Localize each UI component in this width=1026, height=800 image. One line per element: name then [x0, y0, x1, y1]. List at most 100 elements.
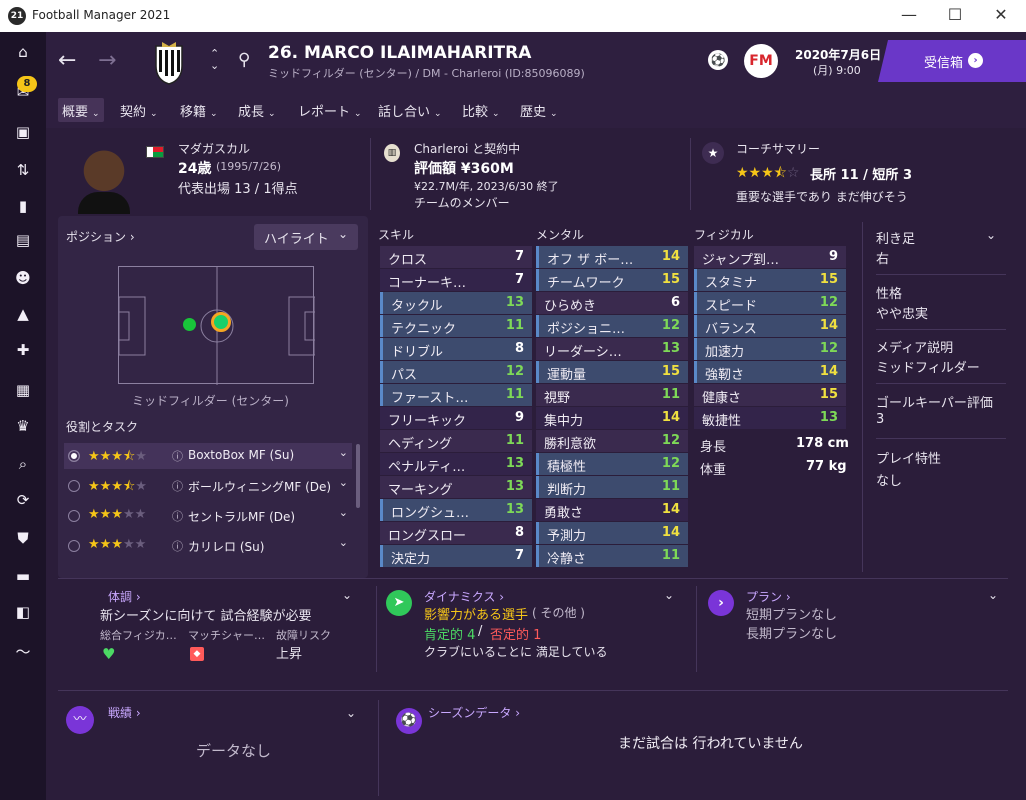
- search-icon[interactable]: ⚲: [238, 50, 250, 70]
- tab-compare[interactable]: 比較 ⌄: [458, 98, 504, 122]
- attribute-row[interactable]: スタミナ 15: [694, 269, 846, 291]
- inbox-continue-button[interactable]: 受信箱 ›: [878, 40, 1026, 82]
- attribute-row[interactable]: 勇敢さ 14: [536, 499, 688, 521]
- attribute-row[interactable]: ジャンプ到… 9: [694, 246, 846, 268]
- short-plan: 短期プランなし: [746, 608, 838, 623]
- close-button[interactable]: ✕: [978, 0, 1024, 32]
- plans-label[interactable]: プラン ›: [746, 588, 791, 605]
- transfer-icon[interactable]: ⟳: [13, 490, 33, 510]
- training-icon[interactable]: ▲: [13, 304, 33, 324]
- highlight-dropdown[interactable]: ハイライト ⌄: [254, 224, 358, 250]
- tab-discussions[interactable]: 話し合い ⌄: [374, 98, 446, 122]
- chevron-down-icon[interactable]: ⌄: [342, 588, 352, 602]
- attribute-row[interactable]: 運動量 15: [536, 361, 688, 383]
- tactics-icon[interactable]: ▮: [13, 196, 33, 216]
- player-switch-arrows[interactable]: ⌃ ⌄: [210, 48, 219, 72]
- attribute-row[interactable]: 決定力 7: [380, 545, 532, 567]
- roles-scrollbar[interactable]: [356, 444, 360, 508]
- chevron-down-icon[interactable]: ⌄: [346, 706, 356, 720]
- staff-icon[interactable]: ☻: [13, 268, 33, 288]
- attribute-row[interactable]: 冷静さ 11: [536, 545, 688, 567]
- medical-icon[interactable]: ✚: [13, 340, 33, 360]
- chevron-down-icon[interactable]: ⌄: [664, 588, 674, 602]
- attribute-row[interactable]: ドリブル 8: [380, 338, 532, 360]
- attribute-row[interactable]: バランス 14: [694, 315, 846, 337]
- schedule-icon[interactable]: ▦: [13, 380, 33, 400]
- attribute-row[interactable]: テクニック 11: [380, 315, 532, 337]
- attribute-row[interactable]: スピード 12: [694, 292, 846, 314]
- tab-history[interactable]: 歴史 ⌄: [516, 98, 562, 122]
- tab-transfer[interactable]: 移籍 ⌄: [176, 98, 222, 122]
- attribute-row[interactable]: チームワーク 15: [536, 269, 688, 291]
- finance-icon[interactable]: ▬: [13, 566, 33, 586]
- attribute-row[interactable]: クロス 7: [380, 246, 532, 268]
- role-row[interactable]: ★★★⯪★ ⓘ BoxtoBox MF (Su) ⌄: [64, 443, 352, 469]
- back-arrow-icon[interactable]: ←: [58, 48, 76, 73]
- attribute-name: オフ ザ ボー…: [547, 253, 634, 268]
- chevron-down-icon[interactable]: ⌄: [988, 588, 998, 602]
- trophy-icon[interactable]: ♛: [13, 416, 33, 436]
- tab-contract[interactable]: 契約 ⌄: [116, 98, 162, 122]
- tab-development[interactable]: 成長 ⌄: [234, 98, 280, 122]
- role-row[interactable]: ★★★★★ ⓘ セントラルMF (De) ⌄: [64, 503, 352, 529]
- attribute-row[interactable]: コーナーキ… 7: [380, 269, 532, 291]
- attribute-row[interactable]: ひらめき 6: [536, 292, 688, 314]
- attribute-row[interactable]: ロングスロー 8: [380, 522, 532, 544]
- forward-arrow-icon[interactable]: →: [98, 48, 116, 73]
- attribute-row[interactable]: タックル 13: [380, 292, 532, 314]
- attribute-row[interactable]: 判断力 11: [536, 476, 688, 498]
- attribute-value: 13: [505, 502, 524, 517]
- attribute-row[interactable]: 敏捷性 13: [694, 407, 846, 429]
- dynamics-label[interactable]: ダイナミクス ›: [424, 588, 504, 605]
- injury-risk-value: 上昇: [276, 647, 303, 662]
- attribute-row[interactable]: ロングシュ… 13: [380, 499, 532, 521]
- flag-madagascar-icon: [146, 146, 164, 158]
- attribute-row[interactable]: 勝利意欲 12: [536, 430, 688, 452]
- fm-logo-icon[interactable]: FM: [744, 44, 778, 78]
- attribute-row[interactable]: 加速力 12: [694, 338, 846, 360]
- attribute-name: 冷静さ: [547, 552, 587, 567]
- attribute-row[interactable]: パス 12: [380, 361, 532, 383]
- season-data-label[interactable]: シーズンデータ ›: [428, 704, 520, 721]
- attribute-row[interactable]: 強靭さ 14: [694, 361, 846, 383]
- role-row[interactable]: ★★★⯪★ ⓘ ボールウィニングMF (De) ⌄: [64, 473, 352, 499]
- ball-icon[interactable]: ⚽: [708, 50, 728, 70]
- attribute-row[interactable]: リーダーシ… 13: [536, 338, 688, 360]
- gk-rating-value: 3: [876, 412, 885, 427]
- divider: [876, 274, 1006, 275]
- form-chart-icon[interactable]: 〜: [13, 642, 33, 662]
- attribute-row[interactable]: フリーキック 9: [380, 407, 532, 429]
- dev-icon[interactable]: ◧: [13, 602, 33, 622]
- chevron-down-icon[interactable]: ⌄: [986, 228, 996, 242]
- strengths: 長所 11 / 短所 3: [810, 168, 912, 183]
- attribute-row[interactable]: マーキング 13: [380, 476, 532, 498]
- attribute-row[interactable]: ポジショニ… 12: [536, 315, 688, 337]
- minimize-button[interactable]: —: [886, 0, 932, 32]
- reports-icon[interactable]: ▤: [13, 230, 33, 250]
- home-icon[interactable]: ⌂: [13, 42, 33, 62]
- position-label[interactable]: ポジション ›: [66, 228, 135, 245]
- search-icon[interactable]: ⌕: [13, 454, 33, 474]
- heart-icon: ♥: [102, 645, 116, 663]
- tab-label: 比較: [462, 105, 489, 120]
- role-name: ボールウィニングMF (De): [188, 480, 332, 494]
- attribute-row[interactable]: ペナルティ… 13: [380, 453, 532, 475]
- attribute-row[interactable]: オフ ザ ボー… 14: [536, 246, 688, 268]
- attribute-row[interactable]: ファースト… 11: [380, 384, 532, 406]
- attribute-row[interactable]: 集中力 14: [536, 407, 688, 429]
- club-icon[interactable]: ⛊: [13, 528, 33, 548]
- form-label[interactable]: 戦績 ›: [108, 704, 141, 721]
- condition-label[interactable]: 体調 ›: [108, 588, 141, 605]
- attribute-row[interactable]: 健康さ 15: [694, 384, 846, 406]
- attribute-row[interactable]: ヘディング 11: [380, 430, 532, 452]
- attribute-row[interactable]: 予測力 14: [536, 522, 688, 544]
- attribute-name: 視野: [544, 391, 571, 406]
- maximize-button[interactable]: ☐: [932, 0, 978, 32]
- tab-reports[interactable]: レポート ⌄: [294, 98, 366, 122]
- tab-overview[interactable]: 概要 ⌄: [58, 98, 104, 122]
- dynamics-icon[interactable]: ⇅: [13, 160, 33, 180]
- attribute-row[interactable]: 積極性 12: [536, 453, 688, 475]
- role-row[interactable]: ★★★★★ ⓘ カリレロ (Su) ⌄: [64, 533, 352, 559]
- attribute-row[interactable]: 視野 11: [536, 384, 688, 406]
- squad-icon[interactable]: ▣: [13, 122, 33, 142]
